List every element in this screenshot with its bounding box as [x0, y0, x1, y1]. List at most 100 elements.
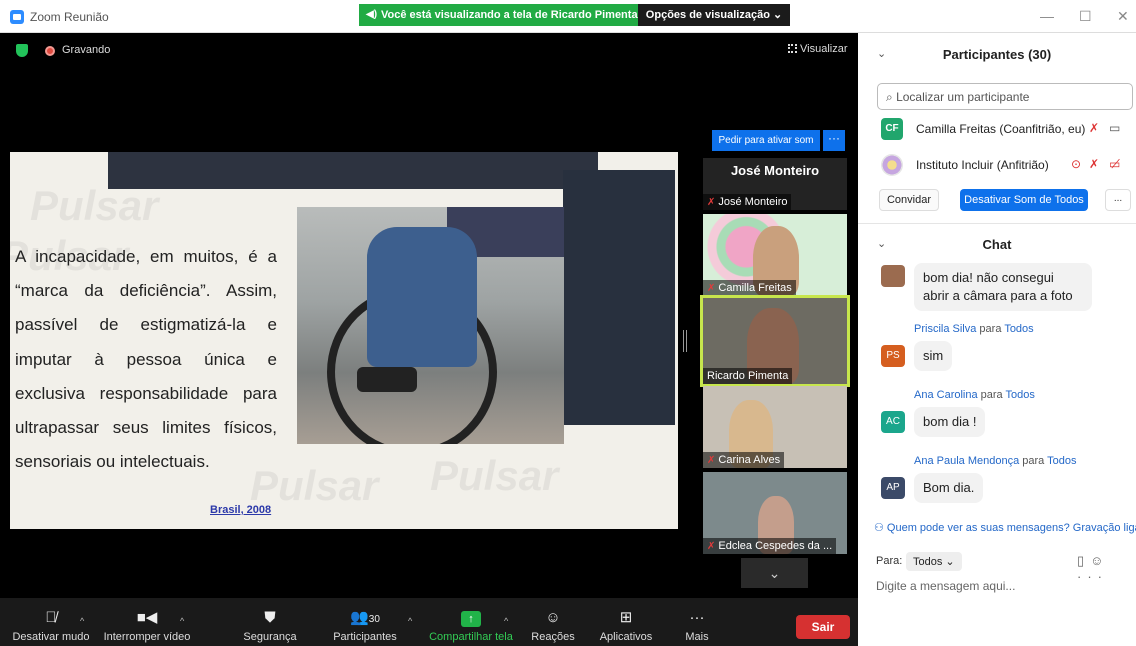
view-button[interactable]: Visualizar	[788, 43, 848, 55]
participant-label: ✗ José Monteiro	[703, 194, 792, 210]
view-button-label: Visualizar	[800, 43, 848, 55]
chevron-down-icon: ⌄	[945, 556, 955, 568]
mic-muted-icon: ✗	[707, 455, 716, 466]
chat-message-text: bom dia! não consegui abrir a câmara par…	[914, 263, 1092, 311]
meeting-toolbar: 🎙̸ Desativar mudo ^ ■◀ Interromper vídeo…	[0, 598, 858, 646]
chevron-up-icon[interactable]: ^	[180, 616, 184, 626]
mic-muted-icon[interactable]: ✗	[1089, 121, 1099, 135]
leave-button[interactable]: Sair	[796, 615, 850, 639]
mute-all-button[interactable]: Desativar Som de Todos	[960, 189, 1088, 211]
chat-message-text: sim	[914, 341, 953, 371]
avatar	[881, 154, 903, 176]
avatar: AC	[881, 411, 905, 433]
reactions-button[interactable]: ☺ Reações	[528, 608, 578, 643]
ask-to-unmute-button[interactable]: Pedir para ativar som	[712, 130, 820, 151]
more-dots-icon[interactable]: ···	[1077, 569, 1108, 584]
security-button[interactable]: ⛊ Segurança	[240, 608, 300, 643]
chat-compose-icons: ▯☺···	[1077, 553, 1136, 584]
video-tile-edclea[interactable]: ✗ Edclea Cespedes da ...	[703, 472, 847, 554]
watermark-text: Pulsar	[430, 452, 559, 499]
slide-dark-panel	[563, 170, 675, 425]
apps-button[interactable]: ⊞ Aplicativos	[597, 608, 655, 643]
resize-handle[interactable]	[683, 330, 687, 352]
zoom-logo-icon	[10, 10, 24, 24]
slide-paragraph: A incapacidade, em muitos, é a “marca da…	[15, 247, 277, 472]
watermark-text: Pulsar	[30, 182, 159, 229]
apps-icon: ⊞	[619, 609, 633, 626]
avatar: PS	[881, 345, 905, 367]
mic-off-icon: 🎙̸	[45, 609, 57, 626]
stop-video-button[interactable]: ■◀ Interromper vídeo ^	[102, 608, 192, 643]
participants-button[interactable]: 👥30 Participantes ^	[330, 608, 412, 643]
view-options-button[interactable]: Opções de visualização ⌄	[638, 4, 790, 26]
chevron-up-icon[interactable]: ^	[80, 616, 84, 626]
participants-count: 30	[368, 614, 380, 625]
participant-label: Ricardo Pimenta	[703, 368, 793, 384]
security-shield-icon	[16, 44, 28, 57]
mute-button[interactable]: 🎙̸ Desativar mudo ^	[12, 608, 90, 643]
participant-row[interactable]: CF Camilla Freitas (Coanfitrião, eu) ✗ ▭	[881, 118, 1136, 144]
avatar	[881, 265, 905, 287]
participant-label: ✗ Edclea Cespedes da ...	[703, 538, 837, 554]
mic-muted-icon: ✗	[707, 283, 716, 294]
mic-muted-icon[interactable]: ✗	[1089, 157, 1099, 171]
participant-search-input[interactable]: ⌕ Localizar um participante	[877, 83, 1133, 110]
maximize-icon[interactable]: ☐	[1079, 8, 1092, 25]
invite-button[interactable]: Convidar	[879, 189, 939, 211]
chevron-down-icon: ⌄	[768, 565, 781, 581]
participants-more-button[interactable]: ...	[1105, 189, 1131, 211]
video-off-icon[interactable]: ▭	[1109, 121, 1120, 135]
chat-title: Chat	[982, 237, 1012, 252]
video-tile-ricardo-active[interactable]: Ricardo Pimenta	[700, 295, 850, 387]
speaker-icon: ◀)	[366, 9, 378, 20]
smiley-icon: ☺	[545, 609, 561, 626]
chat-message-input[interactable]: Digite a mensagem aqui...	[876, 579, 1015, 593]
participants-icon: 👥30	[350, 609, 380, 626]
avatar: AP	[881, 477, 905, 499]
avatar: CF	[881, 118, 903, 140]
slide-citation-link[interactable]: Brasil, 2008	[210, 504, 271, 516]
share-banner-text: Você está visualizando a tela de Ricardo…	[381, 9, 638, 21]
people-icon: ⚇	[874, 522, 887, 534]
chevron-up-icon[interactable]: ^	[504, 616, 508, 626]
shield-icon: ⛊	[264, 609, 276, 626]
participants-title: Participantes (30)	[942, 47, 1052, 62]
divider	[858, 223, 1136, 224]
participant-row[interactable]: Instituto Incluir (Anfitrião) ⊙ ✗ ▭̸	[881, 154, 1136, 180]
mic-muted-icon: ✗	[707, 541, 716, 552]
chat-privacy-link[interactable]: ⚇ Quem pode ver as suas mensagens? Grava…	[874, 521, 1136, 534]
shared-screen: Pulsar Pulsar Pulsar Pulsar A incapacida…	[10, 152, 678, 529]
search-icon: ⌕	[886, 90, 897, 104]
minimize-icon[interactable]: —	[1040, 8, 1054, 24]
more-dots-icon: ···	[689, 609, 705, 626]
participant-label: ✗ Carina Alves	[703, 452, 785, 468]
emoji-icon[interactable]: ☺	[1090, 553, 1109, 568]
chat-to-label: Para:	[876, 555, 903, 567]
chevron-down-icon: ⌄	[772, 9, 783, 21]
wheelchair-photo	[297, 207, 564, 444]
file-icon[interactable]: ▯	[1077, 553, 1090, 568]
video-camera-icon: ■◀	[136, 609, 158, 626]
grid-icon	[788, 44, 797, 53]
participant-name: Instituto Incluir (Anfitrião)	[916, 158, 1049, 172]
slide-dark-band	[108, 152, 598, 189]
chat-sender: Ana Carolina para Todos	[914, 389, 1035, 401]
video-tile-camilla[interactable]: ✗ Camilla Freitas	[703, 214, 847, 296]
share-screen-button[interactable]: ↑ Compartilhar tela ^	[428, 608, 514, 643]
title-bar: Zoom Reunião ◀) Você está visualizando a…	[0, 0, 1136, 33]
chat-recipient-select[interactable]: Todos ⌄	[906, 552, 962, 571]
scroll-down-button[interactable]: ⌄	[741, 558, 808, 588]
window-title: Zoom Reunião	[30, 10, 109, 24]
video-tile-jose[interactable]: José Monteiro ✗ José Monteiro	[703, 158, 847, 210]
video-tile-carina[interactable]: ✗ Carina Alves	[703, 386, 847, 468]
participant-label: ✗ Camilla Freitas	[703, 280, 796, 296]
participant-more-button[interactable]: ···	[823, 130, 845, 151]
zoom-window: Zoom Reunião ◀) Você está visualizando a…	[0, 0, 1136, 646]
share-arrow-icon: ↑	[428, 608, 514, 628]
video-off-icon[interactable]: ▭̸	[1109, 157, 1120, 171]
close-icon[interactable]: ✕	[1117, 8, 1129, 25]
more-button[interactable]: ··· Mais	[682, 608, 712, 643]
chevron-up-icon[interactable]: ^	[408, 616, 412, 626]
side-panel: ⌄ Participantes (30) ⌕ Localizar um part…	[858, 33, 1136, 646]
recording-label: Gravando	[62, 44, 111, 56]
